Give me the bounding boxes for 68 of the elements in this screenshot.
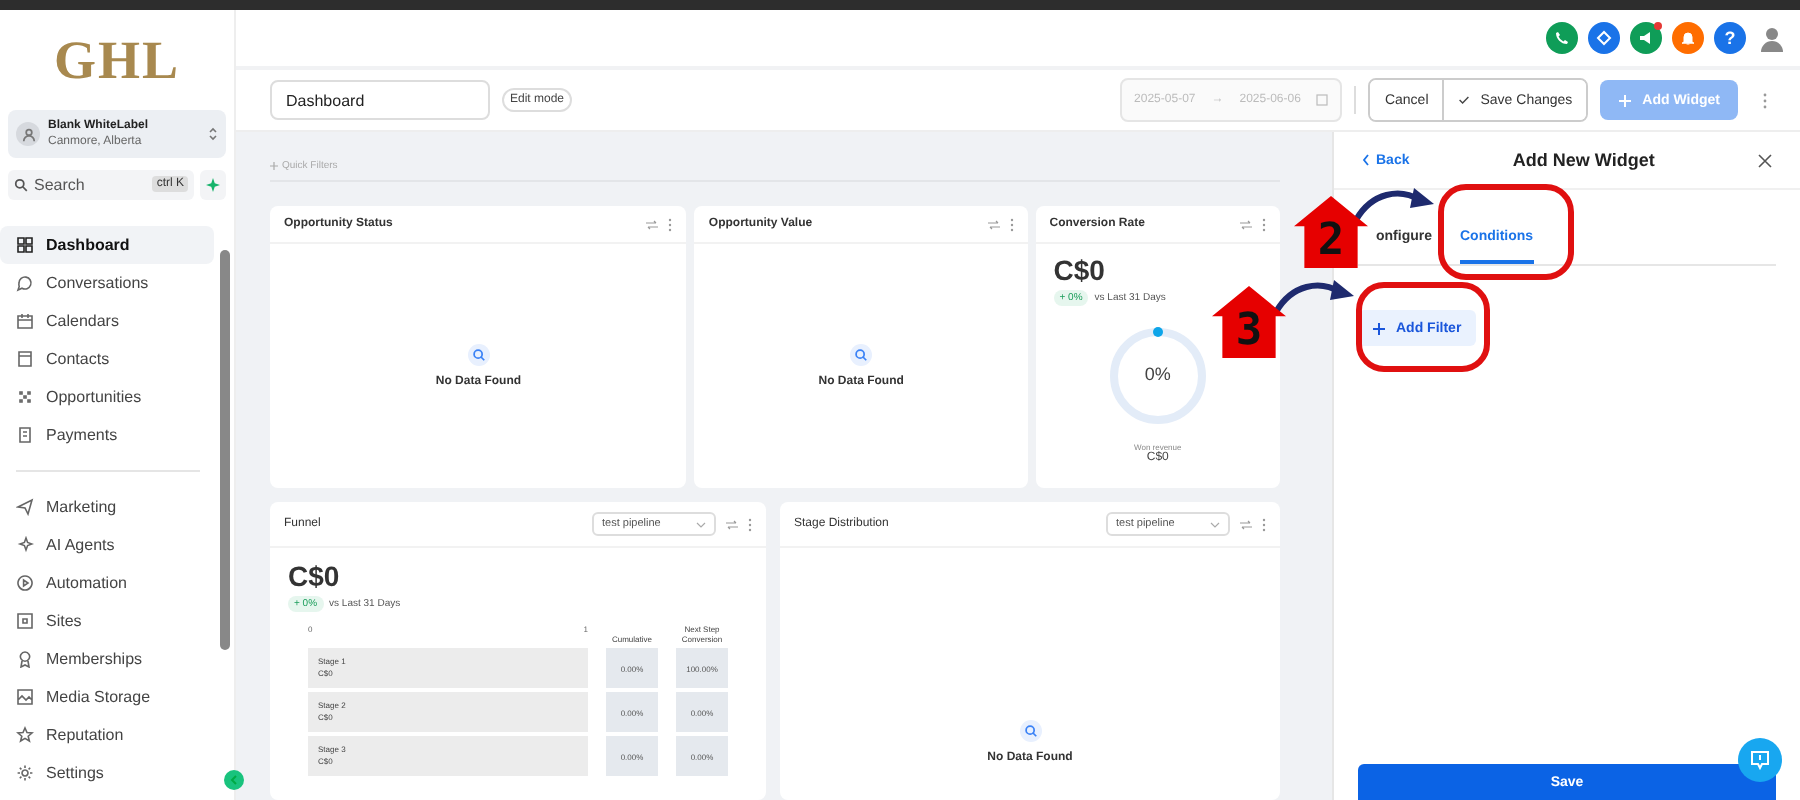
chevron-icon [228, 774, 240, 786]
plus-icon [1372, 321, 1386, 335]
highlight-outline [1438, 184, 1574, 280]
bell-icon[interactable] [1672, 22, 1704, 54]
swap-icon[interactable] [646, 219, 659, 229]
swap-icon[interactable] [987, 219, 1000, 229]
search-icon [467, 344, 490, 366]
search-icon [1019, 720, 1041, 742]
sidebar-item[interactable]: Payments [0, 416, 214, 454]
sidebar-item[interactable]: Sites [0, 602, 214, 640]
sidebar-item[interactable]: Calendars [0, 302, 214, 340]
sidebar-item[interactable]: AI Agents [0, 526, 214, 564]
chevron-icon [1362, 154, 1370, 166]
check-icon [1458, 94, 1471, 106]
sidebar-item[interactable]: Media Storage [0, 678, 214, 716]
play-icon [16, 574, 34, 592]
avatar-icon [16, 122, 40, 146]
grid-icon [16, 236, 34, 254]
sidebar-item[interactable]: Dashboard [0, 226, 214, 264]
sidebar-item[interactable]: Settings [0, 754, 214, 792]
plus-icon [270, 162, 278, 170]
send-icon [16, 498, 34, 516]
calendar-icon [16, 312, 34, 330]
swap-icon[interactable] [1240, 519, 1252, 529]
search-icon [850, 344, 873, 366]
metric-value: C$0 [1053, 252, 1105, 288]
star-icon [16, 726, 34, 744]
contact-card-icon [16, 350, 34, 368]
more-icon[interactable] [1762, 91, 1768, 109]
dots-icon [16, 388, 34, 406]
sidebar-item[interactable]: Opportunities [0, 378, 214, 416]
calendar-icon [1316, 94, 1329, 106]
percent-text: 0% [1142, 364, 1173, 384]
caret-icon [1210, 521, 1220, 527]
swap-icon[interactable] [1240, 219, 1252, 229]
sparkle-button[interactable] [200, 170, 226, 200]
receipt-icon [16, 426, 34, 444]
collapse-button[interactable] [224, 770, 244, 790]
chevron-icon [208, 126, 218, 142]
sidebar-item[interactable]: Memberships [0, 640, 214, 678]
avatar-icon[interactable] [1756, 22, 1788, 54]
sparkle-icon [16, 536, 34, 554]
sidebar-item[interactable]: Marketing [0, 488, 214, 526]
close-icon[interactable] [1758, 153, 1772, 167]
phone-icon[interactable] [1546, 22, 1578, 54]
swap-icon[interactable] [726, 519, 738, 529]
logo: GHL [53, 30, 180, 90]
image-icon [16, 688, 34, 706]
help-button[interactable]: ? [1714, 22, 1746, 54]
ribbon-icon [16, 650, 34, 668]
sidebar-item[interactable]: Contacts [0, 340, 214, 378]
curved-arrow [1352, 184, 1436, 224]
megaphone-icon[interactable] [1630, 22, 1662, 54]
sidebar-item[interactable]: Reputation [0, 716, 214, 754]
settings-icon [16, 764, 34, 782]
chat-icon [16, 274, 34, 292]
more-icon[interactable] [668, 217, 673, 231]
curved-arrow [1272, 276, 1356, 316]
highlight-outline [1356, 282, 1490, 372]
caret-icon [696, 521, 706, 527]
dashboard-name-field[interactable]: Dashboard [270, 80, 490, 120]
metric-value: C$0 [288, 558, 342, 594]
sidebar-item[interactable]: Automation [0, 564, 214, 602]
panel-title: Add New Widget [1510, 150, 1657, 170]
sidebar-item[interactable]: Conversations [0, 264, 214, 302]
sparkle-icon [206, 178, 220, 192]
more-icon[interactable] [1009, 217, 1014, 231]
plus-icon [1618, 93, 1633, 107]
